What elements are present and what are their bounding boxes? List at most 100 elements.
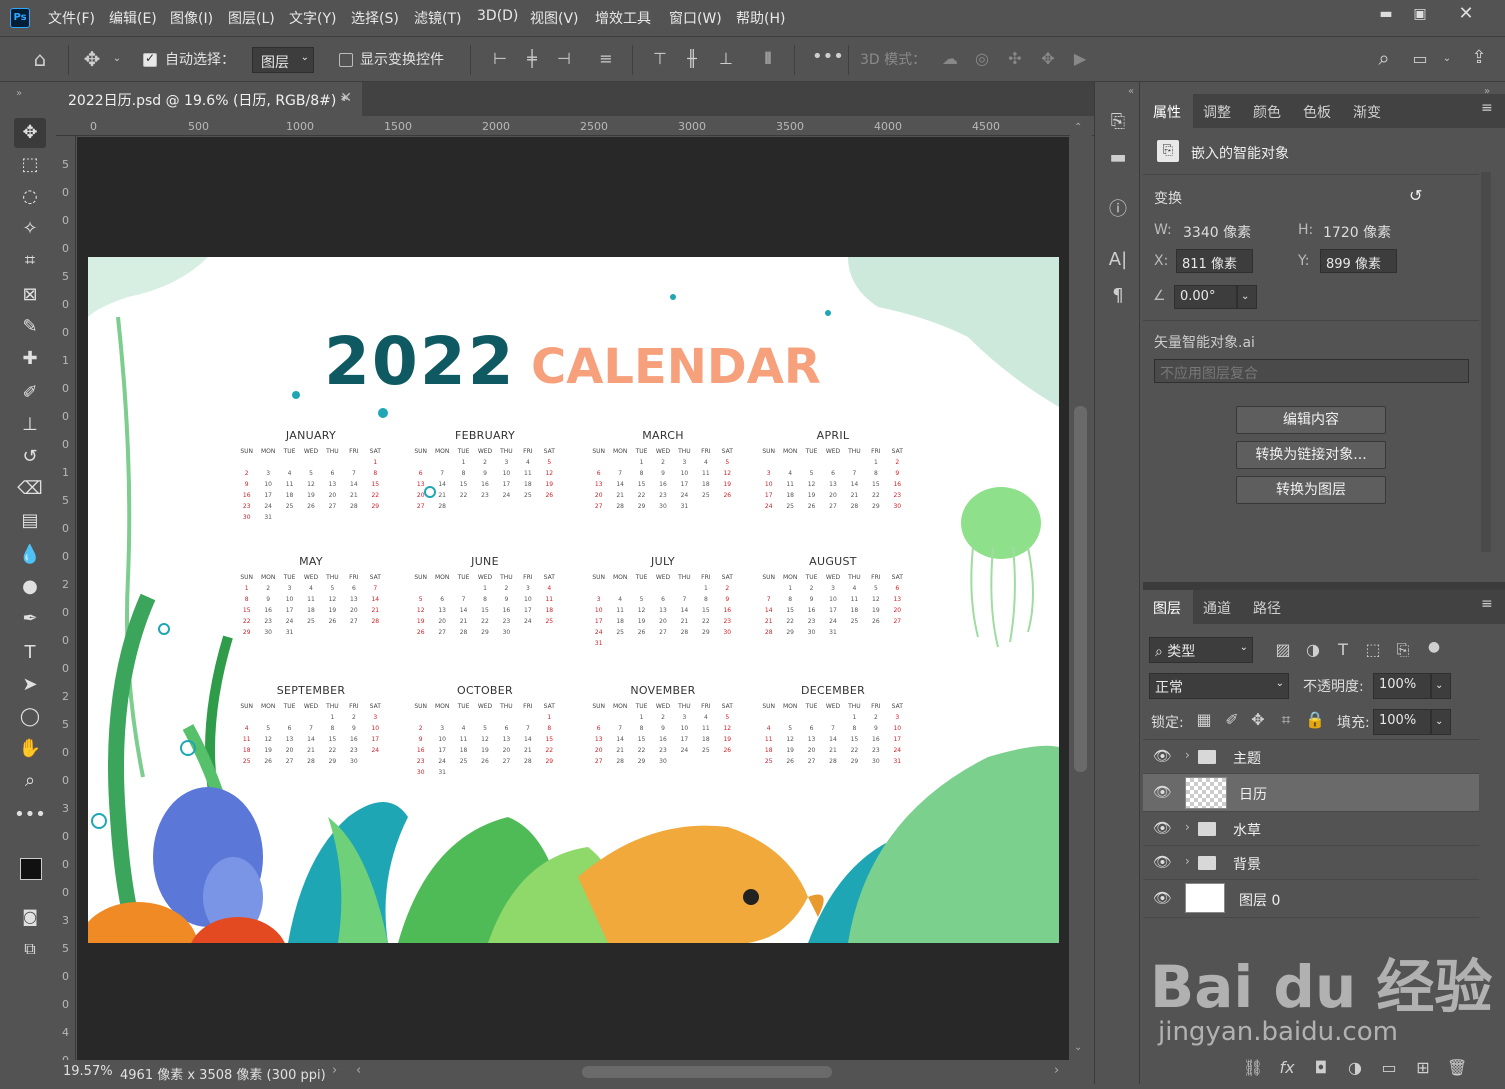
reset-transform-icon[interactable]: ↺ <box>1409 186 1422 205</box>
search-icon[interactable]: ⌕ <box>1372 48 1396 68</box>
align-right-icon[interactable]: ⊣ <box>554 49 574 69</box>
tab-color[interactable]: 颜色 <box>1253 102 1281 122</box>
3d-pan-icon[interactable]: ✣ <box>1003 49 1027 69</box>
workspace-icon[interactable]: ▭ <box>1408 49 1432 69</box>
lock-pixels-icon[interactable]: ✐ <box>1223 710 1241 730</box>
edit-contents-button[interactable]: 编辑内容 <box>1236 406 1386 434</box>
filter-type-icon[interactable]: T <box>1333 640 1353 660</box>
quick-mask-icon[interactable]: ◙ <box>14 902 46 932</box>
marquee-tool-icon[interactable]: ⬚ <box>14 150 46 180</box>
menu-edit[interactable]: 编辑(E) <box>109 8 157 28</box>
chevron-down-icon[interactable]: ⌄ <box>1440 49 1454 69</box>
layer-filter-dropdown[interactable]: ⌕ 类型 ⌄ <box>1149 637 1253 663</box>
chevron-right-icon[interactable]: › <box>1185 820 1190 834</box>
tab-layers[interactable]: 图层 <box>1153 598 1181 618</box>
lock-transparent-icon[interactable]: ▦ <box>1195 710 1213 730</box>
move-tool-icon[interactable]: ✥ <box>80 49 104 69</box>
magic-wand-icon[interactable]: ✧ <box>14 214 46 244</box>
scroll-thumb[interactable] <box>1074 406 1087 772</box>
menu-plugins[interactable]: 增效工具 <box>595 8 651 28</box>
close-tab-icon[interactable]: ✕ <box>340 90 352 106</box>
align-center-h-icon[interactable]: ╪ <box>522 49 542 69</box>
visibility-eye-icon[interactable]: 👁 <box>1153 853 1172 871</box>
crop-tool-icon[interactable]: ⌗ <box>14 246 46 276</box>
h-value[interactable]: 1720 像素 <box>1323 222 1391 242</box>
minimize-icon[interactable]: ▬ <box>1372 4 1400 24</box>
chevron-right-icon[interactable]: › <box>332 1063 337 1078</box>
scroll-down-icon[interactable]: ⌄ <box>1074 1042 1082 1053</box>
auto-select-dropdown[interactable]: 图层 ⌄ <box>252 47 314 73</box>
eyedropper-icon[interactable]: ✎ <box>14 312 46 342</box>
layer-row-layer0[interactable]: 👁 图层 0 <box>1143 880 1479 918</box>
tab-paths[interactable]: 路径 <box>1253 598 1281 618</box>
menu-select[interactable]: 选择(S) <box>351 8 399 28</box>
stamp-tool-icon[interactable]: ⊥ <box>14 410 46 440</box>
tab-channels[interactable]: 通道 <box>1203 598 1231 618</box>
lasso-tool-icon[interactable]: ◌ <box>14 182 46 212</box>
healing-brush-icon[interactable]: ✚ <box>14 344 46 374</box>
blend-mode-dropdown[interactable]: 正常 ⌄ <box>1149 673 1289 699</box>
angle-dropdown[interactable]: ⌄ <box>1237 285 1257 309</box>
ellipse-tool-icon[interactable]: ◯ <box>14 702 46 732</box>
new-layer-icon[interactable]: ⊞ <box>1413 1058 1433 1078</box>
show-transform-checkbox[interactable] <box>339 53 353 67</box>
document-tab[interactable]: 2022日历.psd @ 19.6% (日历, RGB/8#) * ✕ <box>56 82 362 116</box>
panel-menu-icon[interactable]: ≡ <box>1481 100 1493 116</box>
menu-help[interactable]: 帮助(H) <box>736 8 785 28</box>
layer-style-icon[interactable]: fx <box>1277 1058 1297 1078</box>
lock-all-icon[interactable]: 🔒 <box>1305 710 1325 730</box>
character-panel-icon[interactable]: A| <box>1105 250 1131 270</box>
paragraph-panel-icon[interactable]: ¶ <box>1105 286 1131 306</box>
visibility-eye-icon[interactable]: 👁 <box>1153 747 1172 765</box>
visibility-eye-icon[interactable]: 👁 <box>1153 819 1172 837</box>
zoom-tool-icon[interactable]: ⌕ <box>14 766 46 796</box>
align-left-icon[interactable]: ⊢ <box>490 49 510 69</box>
share-icon[interactable]: ⇪ <box>1466 48 1492 68</box>
menu-layer[interactable]: 图层(L) <box>228 8 275 28</box>
foreground-color-swatch[interactable] <box>20 858 42 880</box>
menu-file[interactable]: 文件(F) <box>48 8 95 28</box>
gradient-tool-icon[interactable]: ▤ <box>14 506 46 536</box>
frame-tool-icon[interactable]: ⊠ <box>14 280 46 310</box>
delete-layer-icon[interactable]: 🗑 <box>1447 1058 1467 1078</box>
opacity-dropdown[interactable]: ⌄ <box>1431 673 1451 699</box>
scroll-right-icon[interactable]: › <box>1054 1063 1059 1078</box>
layer-row-seaweed[interactable]: 👁 › 水草 <box>1143 812 1479 846</box>
distribute-icon[interactable]: ≡ <box>596 49 616 69</box>
close-icon[interactable]: ✕ <box>1452 4 1480 24</box>
info-panel-icon[interactable]: ⓘ <box>1105 200 1131 220</box>
history-panel-icon[interactable]: ⎘ <box>1105 112 1131 132</box>
layer-row-theme[interactable]: 👁 › 主题 <box>1143 740 1479 774</box>
lock-position-icon[interactable]: ✥ <box>1249 710 1267 730</box>
fill-field[interactable]: 100% <box>1373 709 1431 735</box>
layer-comp-dropdown[interactable]: 不应用图层复合 <box>1154 359 1469 383</box>
zoom-level[interactable]: 19.57% <box>63 1064 113 1079</box>
link-layers-icon[interactable]: ⛓ <box>1243 1058 1263 1078</box>
auto-select-checkbox[interactable]: ✓ <box>143 51 157 67</box>
home-icon[interactable]: ⌂ <box>28 49 52 69</box>
path-select-icon[interactable]: ➤ <box>14 670 46 700</box>
hand-tool-icon[interactable]: ✋ <box>14 734 46 764</box>
w-value[interactable]: 3340 像素 <box>1183 222 1251 242</box>
pen-tool-icon[interactable]: ✒ <box>14 604 46 634</box>
lock-artboard-icon[interactable]: ⌗ <box>1277 710 1295 730</box>
adjustment-layer-icon[interactable]: ◑ <box>1345 1058 1365 1078</box>
new-group-icon[interactable]: ▭ <box>1379 1058 1399 1078</box>
menu-type[interactable]: 文字(Y) <box>289 8 336 28</box>
fill-dropdown[interactable]: ⌄ <box>1431 709 1451 735</box>
tab-adjustments[interactable]: 调整 <box>1203 102 1231 122</box>
align-top-icon[interactable]: ⊤ <box>650 49 670 69</box>
convert-to-linked-button[interactable]: 转换为链接对象... <box>1236 441 1386 469</box>
eraser-icon[interactable]: ⌫ <box>14 474 46 504</box>
filter-pixel-icon[interactable]: ▨ <box>1273 640 1293 660</box>
visibility-eye-icon[interactable]: 👁 <box>1153 889 1172 907</box>
blur-tool-icon[interactable]: 💧 <box>14 540 46 570</box>
visibility-eye-icon[interactable]: 👁 <box>1153 783 1172 801</box>
menu-window[interactable]: 窗口(W) <box>669 8 722 28</box>
layer-row-background-group[interactable]: 👁 › 背景 <box>1143 846 1479 880</box>
scroll-up-icon[interactable]: ⌃ <box>1074 122 1082 133</box>
menu-filter[interactable]: 滤镜(T) <box>414 8 461 28</box>
photoshop-logo-icon[interactable]: Ps <box>10 8 30 28</box>
menu-3d[interactable]: 3D(D) <box>477 8 518 24</box>
tab-gradients[interactable]: 渐变 <box>1353 102 1381 122</box>
